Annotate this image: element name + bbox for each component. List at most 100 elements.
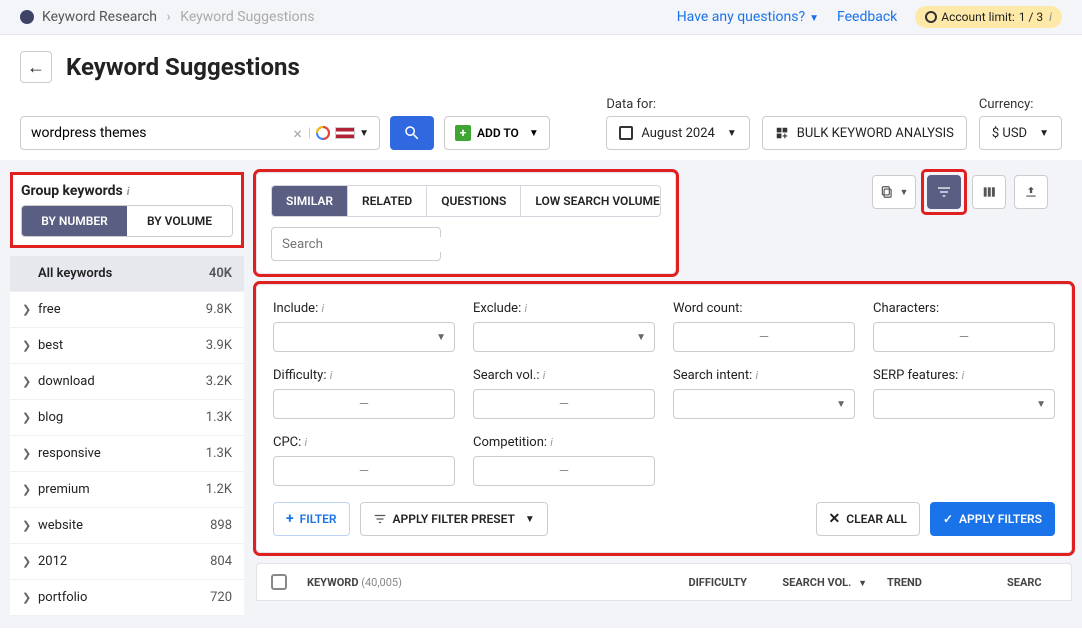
close-icon: ✕ (829, 511, 841, 527)
keyword-group-row[interactable]: ❯download3.2K (10, 364, 244, 400)
include-label: Include: i (273, 301, 455, 316)
chevron-right-icon: ❯ (22, 555, 38, 568)
clear-icon[interactable]: × (293, 124, 302, 143)
chevron-right-icon: ❯ (22, 303, 38, 316)
filter-toggle-button[interactable] (927, 175, 961, 209)
keyword-group-row[interactable]: ❯responsive1.3K (10, 436, 244, 472)
tab-similar[interactable]: SIMILAR (272, 186, 348, 216)
col-keyword[interactable]: KEYWORD (40,005) (307, 576, 607, 589)
chevron-right-icon: ❯ (22, 483, 38, 496)
tab-related[interactable]: RELATED (348, 186, 427, 216)
all-keywords-row[interactable]: All keywords 40K (10, 256, 244, 292)
currency-label: Currency: (979, 97, 1062, 112)
filter-icon (936, 184, 952, 200)
export-button[interactable] (1014, 175, 1048, 209)
apply-filters-button[interactable]: ✓ APPLY FILTERS (930, 502, 1055, 536)
date-selector[interactable]: August 2024 ▼ (606, 116, 749, 150)
search-icon (403, 124, 421, 142)
searchvol-label: Search vol.: i (473, 368, 655, 383)
filter-preset-button[interactable]: APPLY FILTER PRESET ▼ (360, 502, 548, 536)
chevron-right-icon: ❯ (22, 339, 38, 352)
group-keywords-panel: Group keywords i BY NUMBER BY VOLUME (10, 172, 244, 248)
chevron-right-icon: ❯ (22, 591, 38, 604)
by-number-tab[interactable]: BY NUMBER (22, 206, 127, 236)
characters-label: Characters: (873, 301, 1055, 316)
questions-link[interactable]: Have any questions?▼ (677, 9, 819, 25)
columns-icon (982, 185, 996, 199)
keyword-group-row[interactable]: ❯website898 (10, 508, 244, 544)
copy-button[interactable]: ▼ (872, 175, 916, 209)
keyword-group-row[interactable]: ❯portfolio720 (10, 580, 244, 616)
searchvol-input[interactable] (473, 389, 655, 419)
characters-input[interactable] (873, 322, 1055, 352)
keyword-search-box[interactable]: × | ▼ (20, 116, 380, 150)
page-title: Keyword Suggestions (66, 53, 300, 81)
intent-input[interactable]: ▼ (673, 389, 855, 419)
preset-icon (373, 512, 387, 526)
chevron-right-icon: ❯ (22, 447, 38, 460)
feedback-link[interactable]: Feedback (837, 9, 897, 25)
check-icon: ✓ (943, 512, 953, 526)
account-limit-badge[interactable]: Account limit: 1 / 3 i (915, 6, 1062, 28)
clear-all-button[interactable]: ✕ CLEAR ALL (816, 502, 920, 536)
difficulty-input[interactable] (273, 389, 455, 419)
plus-square-icon: + (455, 125, 471, 141)
keyword-group-list: All keywords 40K ❯free9.8K❯best3.9K❯down… (10, 256, 244, 616)
breadcrumb: Keyword Research › Keyword Suggestions (42, 9, 315, 25)
group-title: Group keywords (21, 183, 123, 199)
tab-search-box[interactable] (271, 227, 441, 261)
include-input[interactable]: ▼ (273, 322, 455, 352)
keyword-input[interactable] (31, 125, 287, 141)
copy-icon (880, 185, 894, 199)
col-trend[interactable]: TREND (887, 576, 987, 589)
cpc-input[interactable] (273, 456, 455, 486)
columns-button[interactable] (972, 175, 1006, 209)
wordcount-input[interactable] (673, 322, 855, 352)
data-for-label: Data for: (606, 97, 749, 112)
gauge-icon (925, 11, 937, 23)
chevron-down-icon[interactable]: ▼ (359, 128, 369, 139)
tab-search-input[interactable] (282, 237, 459, 252)
back-button[interactable]: ← (20, 51, 52, 83)
keyword-group-row[interactable]: ❯free9.8K (10, 292, 244, 328)
bulk-analysis-button[interactable]: BULK KEYWORD ANALYSIS (762, 116, 967, 150)
cpc-label: CPC: i (273, 435, 455, 450)
filters-panel: Include: i▼ Exclude: i▼ Word count: Char… (256, 284, 1072, 553)
us-flag-icon[interactable] (335, 127, 355, 139)
exclude-input[interactable]: ▼ (473, 322, 655, 352)
chevron-right-icon: ❯ (22, 519, 38, 532)
keyword-group-row[interactable]: ❯blog1.3K (10, 400, 244, 436)
select-all-checkbox[interactable] (271, 574, 287, 590)
keyword-group-row[interactable]: ❯2012804 (10, 544, 244, 580)
difficulty-label: Difficulty: i (273, 368, 455, 383)
suggestion-tabs-panel: SIMILAR RELATED QUESTIONS LOW SEARCH VOL… (256, 172, 676, 274)
keyword-group-row[interactable]: ❯best3.9K (10, 328, 244, 364)
add-filter-button[interactable]: + FILTER (273, 502, 350, 536)
tab-questions[interactable]: QUESTIONS (427, 186, 521, 216)
col-search[interactable]: SEARC (1007, 576, 1057, 589)
chevron-right-icon: ❯ (22, 411, 38, 424)
competition-label: Competition: i (473, 435, 655, 450)
serp-input[interactable]: ▼ (873, 389, 1055, 419)
col-search-vol[interactable]: SEARCH VOL. ▼ (767, 576, 867, 589)
by-volume-tab[interactable]: BY VOLUME (127, 206, 232, 236)
search-button[interactable] (390, 116, 434, 150)
nav-dot (20, 10, 34, 24)
crumb-page: Keyword Suggestions (180, 9, 314, 25)
upload-icon (1024, 185, 1038, 199)
crumb-root[interactable]: Keyword Research (42, 9, 157, 25)
results-table-header: KEYWORD (40,005) DIFFICULTY SEARCH VOL. … (256, 563, 1072, 601)
currency-selector[interactable]: $ USD ▼ (979, 116, 1062, 150)
grid-plus-icon (775, 126, 789, 140)
competition-input[interactable] (473, 456, 655, 486)
keyword-group-row[interactable]: ❯premium1.2K (10, 472, 244, 508)
col-difficulty[interactable]: DIFFICULTY (647, 576, 747, 589)
google-icon (315, 125, 331, 141)
serp-label: SERP features: i (873, 368, 1055, 383)
tab-low-search[interactable]: LOW SEARCH VOLUME (521, 186, 661, 216)
calendar-icon (619, 126, 633, 140)
add-to-button[interactable]: + ADD TO ▼ (444, 116, 550, 150)
chevron-right-icon: ❯ (22, 375, 38, 388)
intent-label: Search intent: i (673, 368, 855, 383)
info-icon[interactable]: i (127, 185, 130, 198)
